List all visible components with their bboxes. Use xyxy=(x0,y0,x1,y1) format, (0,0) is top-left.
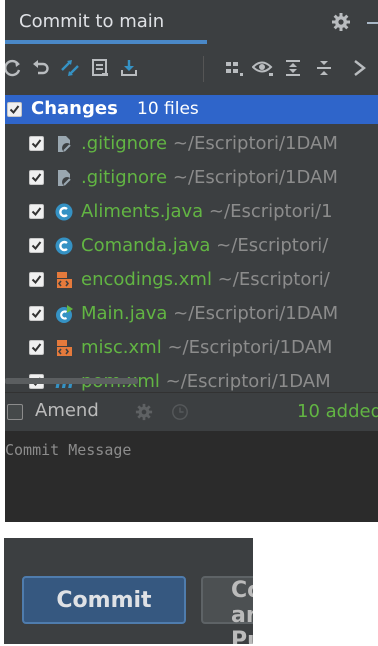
gear-icon[interactable] xyxy=(331,12,351,36)
xml-file-icon xyxy=(54,270,74,290)
changes-checkbox[interactable] xyxy=(7,102,22,117)
file-row[interactable]: Comanda.java ~/Escriptori/ xyxy=(5,229,378,263)
commit-button[interactable]: Commit xyxy=(22,576,186,624)
file-name: Comanda.java xyxy=(81,235,211,256)
update-icon[interactable] xyxy=(117,56,141,80)
preview-icon[interactable] xyxy=(251,56,275,80)
file-checkbox[interactable] xyxy=(29,306,44,321)
file-name: Aliments.java xyxy=(81,201,204,222)
file-checkbox[interactable] xyxy=(29,170,44,185)
amend-checkbox[interactable] xyxy=(7,404,23,420)
file-path: ~/Escriptori/1DAM xyxy=(159,371,331,392)
file-checkbox[interactable] xyxy=(29,238,44,253)
gitignore-file-icon xyxy=(54,168,74,188)
gitignore-file-icon xyxy=(54,134,74,154)
file-path: ~/Escriptori/1 xyxy=(203,201,333,222)
minimize-icon[interactable] xyxy=(367,22,378,24)
java-class-icon xyxy=(54,236,74,256)
collapse-all-icon[interactable] xyxy=(312,56,336,80)
toolbar-separator xyxy=(203,56,204,82)
file-path: ~/Escriptori/ xyxy=(211,269,330,290)
more-icon[interactable] xyxy=(345,56,375,80)
expand-all-icon[interactable] xyxy=(281,56,305,80)
file-name: encodings.xml xyxy=(81,269,212,290)
file-path: ~/Escriptori/ xyxy=(210,235,329,256)
file-name: .gitignore xyxy=(81,167,168,188)
amend-row: Amend 10 added xyxy=(5,392,378,431)
rollback-icon[interactable] xyxy=(29,56,53,80)
shelve-icon[interactable] xyxy=(88,56,112,80)
tool-window-header: Commit to main xyxy=(5,0,378,44)
file-row[interactable]: Aliments.java ~/Escriptori/1 xyxy=(5,195,378,229)
file-row[interactable]: misc.xml ~/Escriptori/1DAM xyxy=(5,331,378,365)
commit-message-area xyxy=(5,431,378,522)
file-path: ~/Escriptori/1DAM xyxy=(167,303,339,324)
changes-label: Changes xyxy=(31,98,118,119)
changes-count: 10 files xyxy=(137,99,199,119)
diff-icon[interactable] xyxy=(58,56,82,80)
file-row[interactable]: Main.java ~/Escriptori/1DAM xyxy=(5,297,378,331)
java-class-icon xyxy=(54,202,74,222)
added-files-summary: 10 added xyxy=(297,401,378,422)
file-name: .gitignore xyxy=(81,133,168,154)
file-path: ~/Escriptori/1DAM xyxy=(167,133,338,154)
group-by-icon[interactable] xyxy=(221,56,245,80)
refresh-icon[interactable] xyxy=(5,56,25,80)
tab-commit-to-main[interactable]: Commit to main xyxy=(19,11,164,32)
file-checkbox[interactable] xyxy=(29,272,44,287)
file-name: Main.java xyxy=(81,303,168,324)
xml-file-icon xyxy=(54,338,74,358)
file-name: misc.xml xyxy=(81,337,162,358)
history-clock-icon[interactable] xyxy=(171,403,189,425)
file-path: ~/Escriptori/1DAM xyxy=(161,337,333,358)
amend-label[interactable]: Amend xyxy=(35,400,99,421)
file-row[interactable]: encodings.xml ~/Escriptori/ xyxy=(5,263,378,297)
commit-and-push-button[interactable]: Commit and Push xyxy=(201,576,253,644)
commit-panel: Commit to main Changes 10 files .gitigno… xyxy=(5,0,378,522)
java-main-class-icon xyxy=(54,304,74,324)
commit-message-input[interactable] xyxy=(5,441,370,511)
commit-options-gear-icon[interactable] xyxy=(135,403,153,425)
file-checkbox[interactable] xyxy=(29,136,44,151)
horizontal-scrollbar[interactable] xyxy=(5,378,138,384)
changes-group-row[interactable]: Changes 10 files xyxy=(5,95,378,124)
commit-actions-panel: Commit Commit and Push xyxy=(4,538,253,644)
file-checkbox[interactable] xyxy=(29,204,44,219)
file-checkbox[interactable] xyxy=(29,340,44,355)
file-path: ~/Escriptori/1DAM xyxy=(167,167,338,188)
file-row[interactable]: .gitignore ~/Escriptori/1DAM xyxy=(5,161,378,195)
commit-toolbar xyxy=(5,44,378,92)
file-row[interactable]: .gitignore ~/Escriptori/1DAM xyxy=(5,127,378,161)
